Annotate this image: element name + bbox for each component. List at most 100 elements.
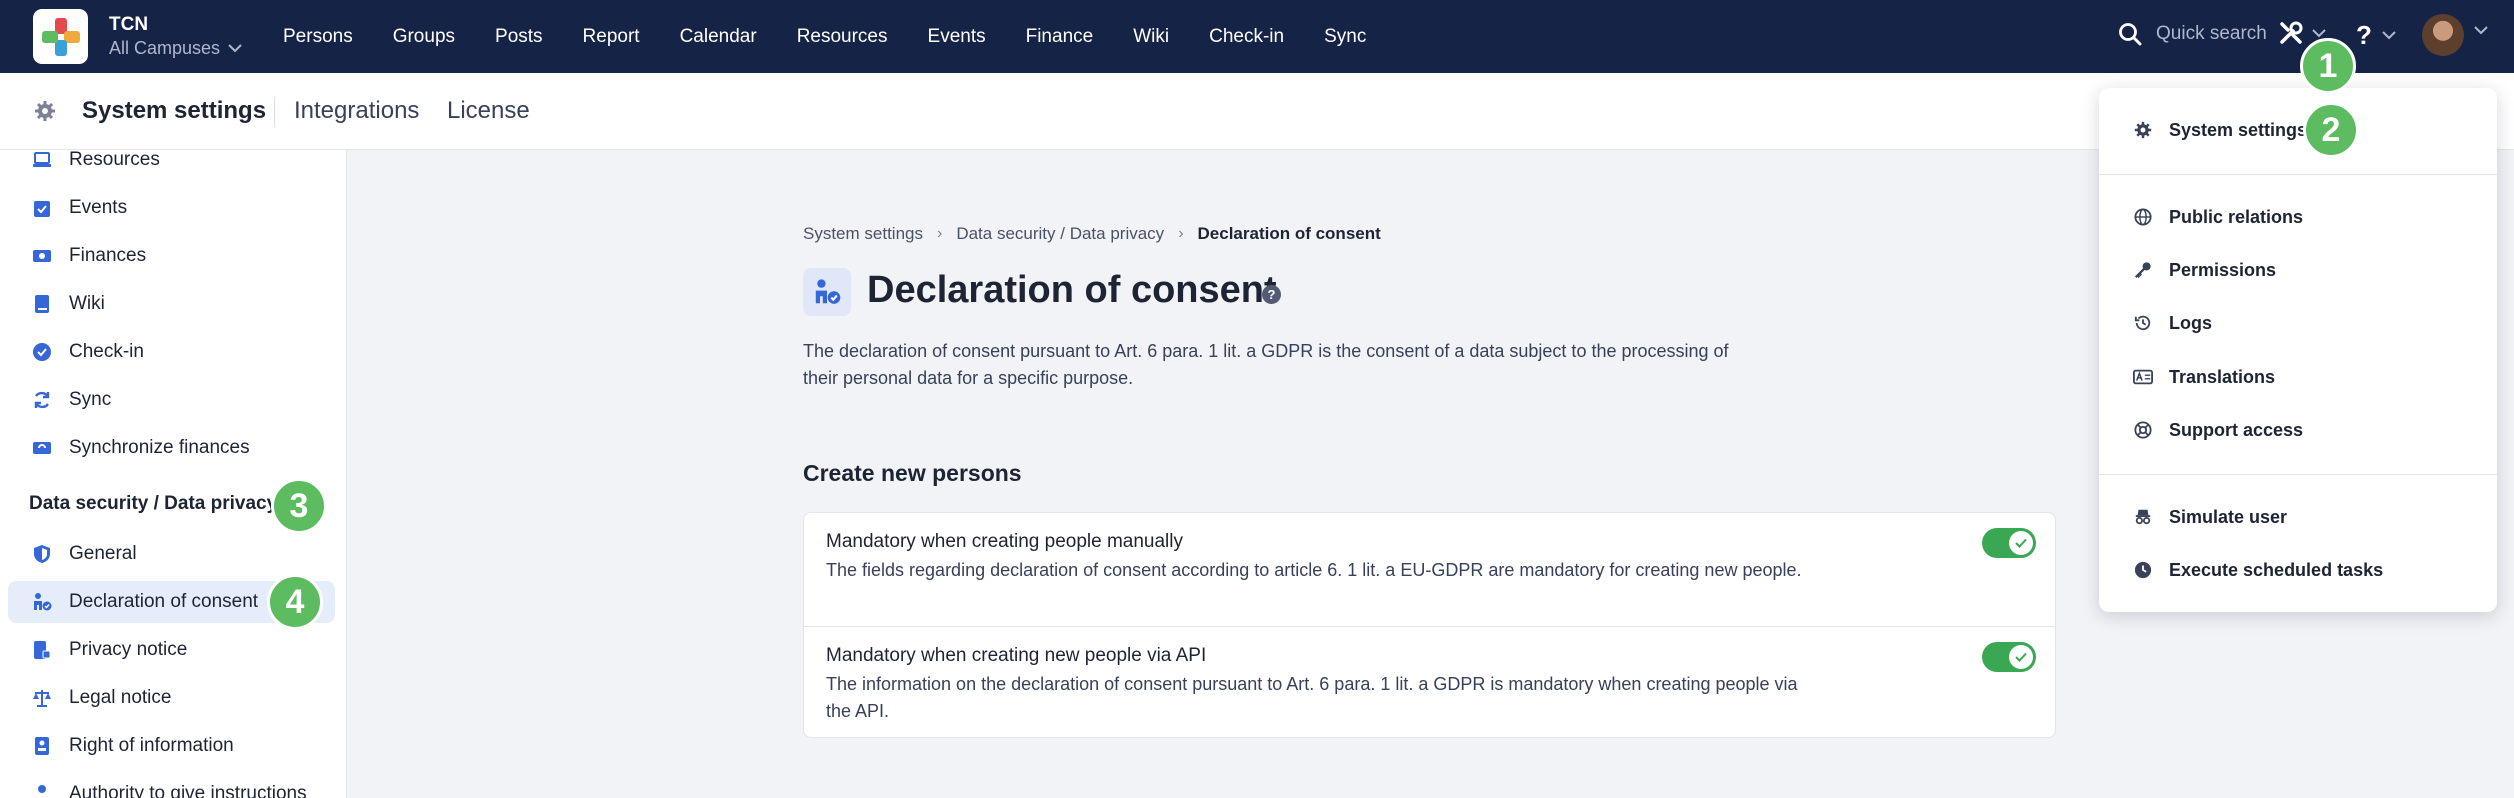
nav-report[interactable]: Report <box>563 0 660 73</box>
menu-divider <box>2099 174 2497 175</box>
search-icon <box>2119 23 2142 46</box>
section-title: Create new persons <box>803 460 1022 486</box>
logo-cross-icon <box>41 17 80 56</box>
menu-divider <box>2099 474 2497 475</box>
chevron-down-icon[interactable] <box>2474 26 2488 35</box>
setting-row: Mandatory when creating people manually … <box>804 513 2055 626</box>
menu-item-logs[interactable]: Logs <box>2099 303 2497 343</box>
tab-integrations[interactable]: Integrations <box>294 97 419 125</box>
settings-sidebar: Resources Events Finances Wiki Check-in … <box>0 150 347 798</box>
menu-item-permissions[interactable]: Permissions <box>2099 250 2497 290</box>
sidebar-item-label: Events <box>69 197 128 218</box>
person-check-icon <box>32 592 52 612</box>
question-circle-icon[interactable]: ? <box>1262 285 1281 304</box>
campus-selector[interactable]: TCN All Campuses <box>109 14 242 60</box>
key-icon <box>2133 260 2153 280</box>
campus-name: All Campuses <box>109 38 221 58</box>
menu-item-label: Support access <box>2169 419 2304 440</box>
main-nav: Persons Groups Posts Report Calendar Res… <box>283 0 1386 73</box>
sidebar-item-label: Synchronize finances <box>69 437 250 458</box>
tab-license[interactable]: License <box>447 97 530 125</box>
menu-item-label: Simulate user <box>2169 506 2288 527</box>
nav-sync[interactable]: Sync <box>1304 0 1386 73</box>
menu-item-system-settings[interactable]: System settings <box>2099 110 2497 150</box>
document-lock-icon <box>32 640 52 660</box>
sidebar-item-privacy-notice[interactable]: Privacy notice <box>8 629 335 671</box>
chevron-right-icon: › <box>1178 225 1184 242</box>
step-marker-2: 2 <box>2303 102 2359 158</box>
sidebar-item-label: Resources <box>69 150 160 170</box>
subheader-title[interactable]: System settings <box>82 97 266 125</box>
nav-posts[interactable]: Posts <box>475 0 563 73</box>
menu-item-label: Translations <box>2169 366 2276 387</box>
api-creation-toggle[interactable] <box>1982 642 2036 672</box>
sidebar-item-general[interactable]: General <box>8 533 335 575</box>
sidebar-item-label: Declaration of consent <box>69 591 259 612</box>
clock-icon <box>2133 560 2153 580</box>
sidebar-item-check-in[interactable]: Check-in <box>8 331 335 373</box>
sidebar-item-label: Finances <box>69 245 147 266</box>
sidebar-item-authority-to-give-instructions[interactable]: Authority to give instructions <box>8 773 335 798</box>
menu-item-execute-scheduled-tasks[interactable]: Execute scheduled tasks <box>2099 550 2497 590</box>
setting-description: The information on the declaration of co… <box>826 674 1798 721</box>
quick-search-button[interactable]: Quick search <box>2118 22 2267 46</box>
person-icon <box>32 784 52 798</box>
nav-persons[interactable]: Persons <box>283 0 373 73</box>
nav-wiki[interactable]: Wiki <box>1113 0 1189 73</box>
translate-icon <box>2133 367 2153 387</box>
sidebar-item-legal-notice[interactable]: Legal notice <box>8 677 335 719</box>
nav-finance[interactable]: Finance <box>1006 0 1114 73</box>
nav-groups[interactable]: Groups <box>373 0 475 73</box>
page-description: The declaration of consent pursuant to A… <box>803 341 1729 388</box>
menu-item-simulate-user[interactable]: Simulate user <box>2099 497 2497 537</box>
quick-search-label: Quick search <box>2156 23 2267 44</box>
check-circle-icon <box>32 342 52 362</box>
menu-item-label: Permissions <box>2169 259 2277 280</box>
user-avatar[interactable] <box>2422 14 2464 56</box>
help-menu-button[interactable]: ? <box>2356 20 2396 51</box>
laptop-icon <box>32 150 52 170</box>
info-document-icon <box>32 736 52 756</box>
incognito-icon <box>2133 507 2153 527</box>
nav-resources[interactable]: Resources <box>777 0 908 73</box>
sidebar-item-right-of-information[interactable]: Right of information <box>8 725 335 767</box>
nav-check-in[interactable]: Check-in <box>1189 0 1304 73</box>
sidebar-item-label: Legal notice <box>69 687 172 708</box>
sidebar-item-label: Wiki <box>69 293 105 314</box>
nav-calendar[interactable]: Calendar <box>660 0 777 73</box>
calendar-check-icon <box>32 198 52 218</box>
sidebar-item-resources[interactable]: Resources <box>8 150 335 181</box>
tools-icon <box>2280 21 2303 44</box>
money-sync-icon <box>32 438 52 458</box>
help-icon: ? <box>2356 20 2372 50</box>
gear-icon <box>35 101 55 121</box>
menu-item-public-relations[interactable]: Public relations <box>2099 197 2497 237</box>
sidebar-item-label: Right of information <box>69 735 234 756</box>
sidebar-item-synchronize-finances[interactable]: Synchronize finances <box>8 427 335 469</box>
subheader-divider <box>274 97 275 127</box>
manual-creation-toggle[interactable] <box>1982 528 2036 558</box>
breadcrumb-data-privacy[interactable]: Data security / Data privacy <box>956 224 1164 244</box>
page-title: Declaration of consent <box>867 269 1277 311</box>
person-check-icon <box>803 268 851 316</box>
sidebar-item-label: Sync <box>69 389 112 410</box>
app-logo[interactable] <box>33 9 88 64</box>
sidebar-section-data-privacy: Data security / Data privacy <box>29 493 278 514</box>
menu-item-label: Public relations <box>2169 206 2304 227</box>
sidebar-item-label: Authority to give instructions <box>69 783 307 798</box>
menu-item-support-access[interactable]: Support access <box>2099 410 2497 450</box>
nav-events[interactable]: Events <box>908 0 1006 73</box>
sidebar-item-wiki[interactable]: Wiki <box>8 283 335 325</box>
sidebar-item-events[interactable]: Events <box>8 187 335 229</box>
lifebuoy-icon <box>2133 420 2153 440</box>
toggle-knob <box>2009 531 2033 555</box>
menu-item-translations[interactable]: Translations <box>2099 357 2497 397</box>
breadcrumb-system-settings[interactable]: System settings <box>803 224 923 244</box>
sidebar-item-finances[interactable]: Finances <box>8 235 335 277</box>
setting-title: Mandatory when creating new people via A… <box>826 645 1207 666</box>
sidebar-item-sync[interactable]: Sync <box>8 379 335 421</box>
gear-icon <box>2133 120 2153 140</box>
setting-title: Mandatory when creating people manually <box>826 531 1183 552</box>
step-marker-1: 1 <box>2300 38 2356 94</box>
sidebar-item-label: General <box>69 543 137 564</box>
